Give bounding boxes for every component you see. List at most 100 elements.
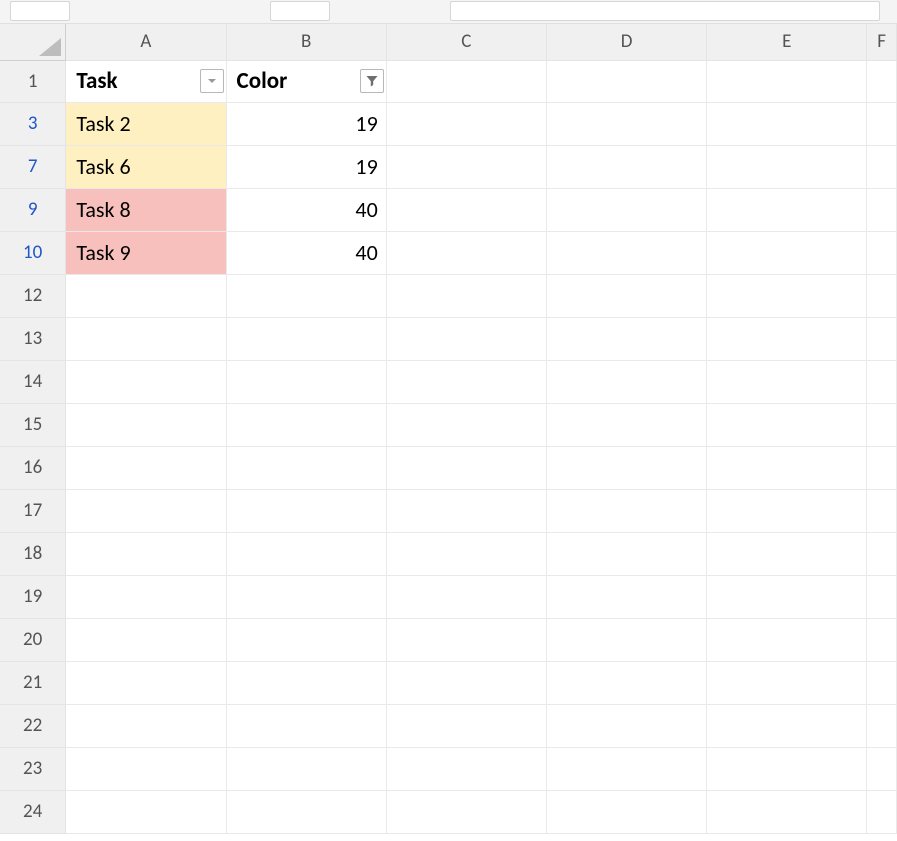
cell-empty[interactable] (867, 145, 897, 188)
cell-empty[interactable] (386, 188, 546, 231)
row-header-23[interactable]: 23 (0, 747, 66, 790)
cell-empty[interactable] (66, 274, 226, 317)
cell-empty[interactable] (867, 618, 897, 661)
col-header-A[interactable]: A (66, 24, 226, 60)
header-color[interactable]: Color (226, 60, 386, 102)
cell-empty[interactable] (546, 575, 706, 618)
cell-empty[interactable] (867, 790, 897, 833)
cell-empty[interactable] (66, 704, 226, 747)
row-header-20[interactable]: 20 (0, 618, 66, 661)
col-header-C[interactable]: C (386, 24, 546, 60)
cell-empty[interactable] (66, 618, 226, 661)
cell-empty[interactable] (546, 60, 706, 102)
row-header-24[interactable]: 24 (0, 790, 66, 833)
col-header-F[interactable]: F (867, 24, 897, 60)
cell-empty[interactable] (546, 661, 706, 704)
cell-task[interactable]: Task 9 (66, 231, 226, 274)
cell-empty[interactable] (386, 274, 546, 317)
cell-empty[interactable] (546, 618, 706, 661)
cell-empty[interactable] (707, 790, 867, 833)
cell-empty[interactable] (386, 360, 546, 403)
cell-empty[interactable] (707, 489, 867, 532)
header-task[interactable]: Task (66, 60, 226, 102)
cell-empty[interactable] (867, 575, 897, 618)
cell-empty[interactable] (226, 360, 386, 403)
cell-empty[interactable] (546, 360, 706, 403)
cell-empty[interactable] (546, 704, 706, 747)
cell-empty[interactable] (66, 317, 226, 360)
cell-task[interactable]: Task 6 (66, 145, 226, 188)
cell-empty[interactable] (386, 317, 546, 360)
filter-button-color[interactable] (360, 69, 384, 93)
row-header-22[interactable]: 22 (0, 704, 66, 747)
cell-empty[interactable] (546, 532, 706, 575)
cell-empty[interactable] (707, 360, 867, 403)
cell-empty[interactable] (386, 618, 546, 661)
cell-empty[interactable] (867, 360, 897, 403)
row-header-9[interactable]: 9 (0, 188, 66, 231)
cell-empty[interactable] (66, 532, 226, 575)
cell-empty[interactable] (707, 102, 867, 145)
cell-empty[interactable] (226, 274, 386, 317)
cell-empty[interactable] (546, 145, 706, 188)
cell-empty[interactable] (66, 661, 226, 704)
row-header-7[interactable]: 7 (0, 145, 66, 188)
cell-empty[interactable] (707, 274, 867, 317)
row-header-21[interactable]: 21 (0, 661, 66, 704)
cell-empty[interactable] (386, 231, 546, 274)
cell-empty[interactable] (386, 704, 546, 747)
cell-empty[interactable] (867, 60, 897, 102)
cell-empty[interactable] (66, 403, 226, 446)
cell-empty[interactable] (546, 489, 706, 532)
cell-task[interactable]: Task 8 (66, 188, 226, 231)
cell-empty[interactable] (707, 231, 867, 274)
cell-empty[interactable] (386, 489, 546, 532)
cell-empty[interactable] (546, 102, 706, 145)
cell-empty[interactable] (867, 231, 897, 274)
cell-empty[interactable] (546, 231, 706, 274)
row-header-16[interactable]: 16 (0, 446, 66, 489)
col-header-D[interactable]: D (546, 24, 706, 60)
row-header-10[interactable]: 10 (0, 231, 66, 274)
cell-empty[interactable] (226, 790, 386, 833)
cell-empty[interactable] (867, 317, 897, 360)
cell-empty[interactable] (546, 747, 706, 790)
row-header-17[interactable]: 17 (0, 489, 66, 532)
cell-empty[interactable] (226, 661, 386, 704)
cell-empty[interactable] (226, 704, 386, 747)
cell-empty[interactable] (546, 403, 706, 446)
cell-empty[interactable] (867, 747, 897, 790)
cell-empty[interactable] (546, 446, 706, 489)
col-header-E[interactable]: E (707, 24, 867, 60)
cell-empty[interactable] (707, 532, 867, 575)
cell-empty[interactable] (386, 790, 546, 833)
cell-task[interactable]: Task 2 (66, 102, 226, 145)
cell-empty[interactable] (66, 360, 226, 403)
cell-empty[interactable] (386, 575, 546, 618)
cell-empty[interactable] (867, 532, 897, 575)
cell-empty[interactable] (226, 532, 386, 575)
cell-empty[interactable] (386, 145, 546, 188)
row-header-1[interactable]: 1 (0, 60, 66, 102)
row-header-19[interactable]: 19 (0, 575, 66, 618)
cell-empty[interactable] (386, 446, 546, 489)
cell-empty[interactable] (867, 188, 897, 231)
cell-empty[interactable] (66, 790, 226, 833)
cell-empty[interactable] (707, 704, 867, 747)
cell-empty[interactable] (707, 60, 867, 102)
row-header-13[interactable]: 13 (0, 317, 66, 360)
cell-empty[interactable] (867, 704, 897, 747)
cell-empty[interactable] (867, 102, 897, 145)
filter-button-task[interactable] (200, 69, 224, 93)
cell-empty[interactable] (867, 274, 897, 317)
cell-empty[interactable] (386, 60, 546, 102)
cell-empty[interactable] (66, 446, 226, 489)
row-header-3[interactable]: 3 (0, 102, 66, 145)
cell-empty[interactable] (66, 489, 226, 532)
row-header-15[interactable]: 15 (0, 403, 66, 446)
cell-empty[interactable] (707, 317, 867, 360)
cell-empty[interactable] (867, 403, 897, 446)
cell-empty[interactable] (707, 575, 867, 618)
cell-empty[interactable] (867, 489, 897, 532)
cell-empty[interactable] (386, 403, 546, 446)
